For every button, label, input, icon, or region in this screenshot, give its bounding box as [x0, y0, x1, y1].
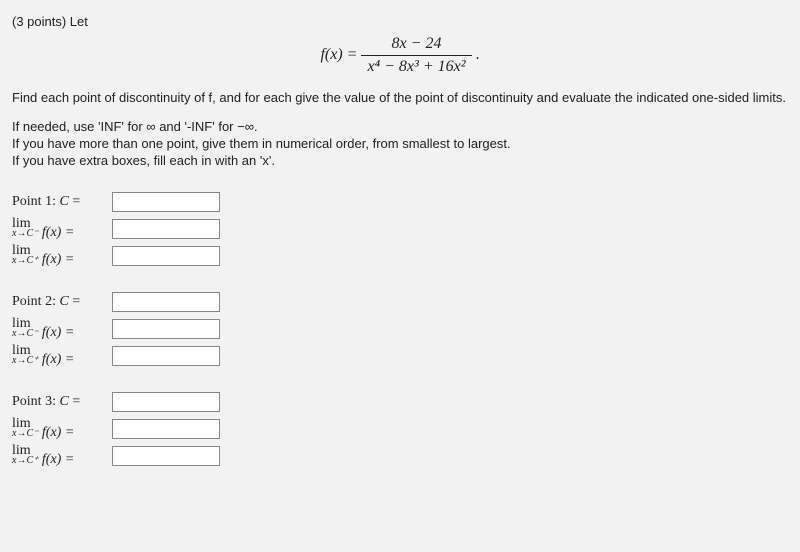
instruction-main: Find each point of discontinuity of f, a…: [12, 90, 788, 105]
instruction-order: If you have more than one point, give th…: [12, 136, 788, 151]
point-2-lim-right-input[interactable]: [112, 346, 220, 366]
point-2-lim-left-label: lim x→C⁻ f(x) =: [12, 318, 112, 341]
point-3-block: Point 3: C = lim x→C⁻ f(x) = lim x→C⁺ f(…: [12, 390, 788, 468]
formula-fraction: 8x − 24 x⁴ − 8x³ + 16x²: [361, 35, 471, 76]
point-1-c-label: Point 1: C =: [12, 194, 112, 210]
formula-period: .: [476, 46, 480, 63]
formula-numerator: 8x − 24: [361, 35, 471, 56]
point-2-block: Point 2: C = lim x→C⁻ f(x) = lim x→C⁺ f(…: [12, 290, 788, 368]
point-1-c-input[interactable]: [112, 192, 220, 212]
point-2-c-label: Point 2: C =: [12, 294, 112, 310]
point-2-lim-right-label: lim x→C⁺ f(x) =: [12, 345, 112, 368]
instruction-extra: If you have extra boxes, fill each in wi…: [12, 153, 788, 168]
point-1-block: Point 1: C = lim x→C⁻ f(x) = lim x→C⁺ f(…: [12, 190, 788, 268]
point-3-c-input[interactable]: [112, 392, 220, 412]
point-3-lim-right-label: lim x→C⁺ f(x) =: [12, 445, 112, 468]
point-1-lim-right-label: lim x→C⁺ f(x) =: [12, 245, 112, 268]
formula-lhs: f(x) =: [320, 46, 357, 63]
question-header: (3 points) Let: [12, 14, 788, 29]
point-3-lim-right-input[interactable]: [112, 446, 220, 466]
point-1-lim-left-label: lim x→C⁻ f(x) =: [12, 218, 112, 241]
point-1-lim-right-input[interactable]: [112, 246, 220, 266]
point-2-c-input[interactable]: [112, 292, 220, 312]
formula-denominator: x⁴ − 8x³ + 16x²: [361, 56, 471, 76]
point-2-lim-left-input[interactable]: [112, 319, 220, 339]
point-3-c-label: Point 3: C =: [12, 394, 112, 410]
function-definition: f(x) = 8x − 24 x⁴ − 8x³ + 16x² .: [12, 35, 788, 76]
point-1-lim-left-input[interactable]: [112, 219, 220, 239]
point-3-lim-left-label: lim x→C⁻ f(x) =: [12, 418, 112, 441]
point-3-lim-left-input[interactable]: [112, 419, 220, 439]
instruction-inf: If needed, use 'INF' for ∞ and '-INF' fo…: [12, 119, 788, 134]
